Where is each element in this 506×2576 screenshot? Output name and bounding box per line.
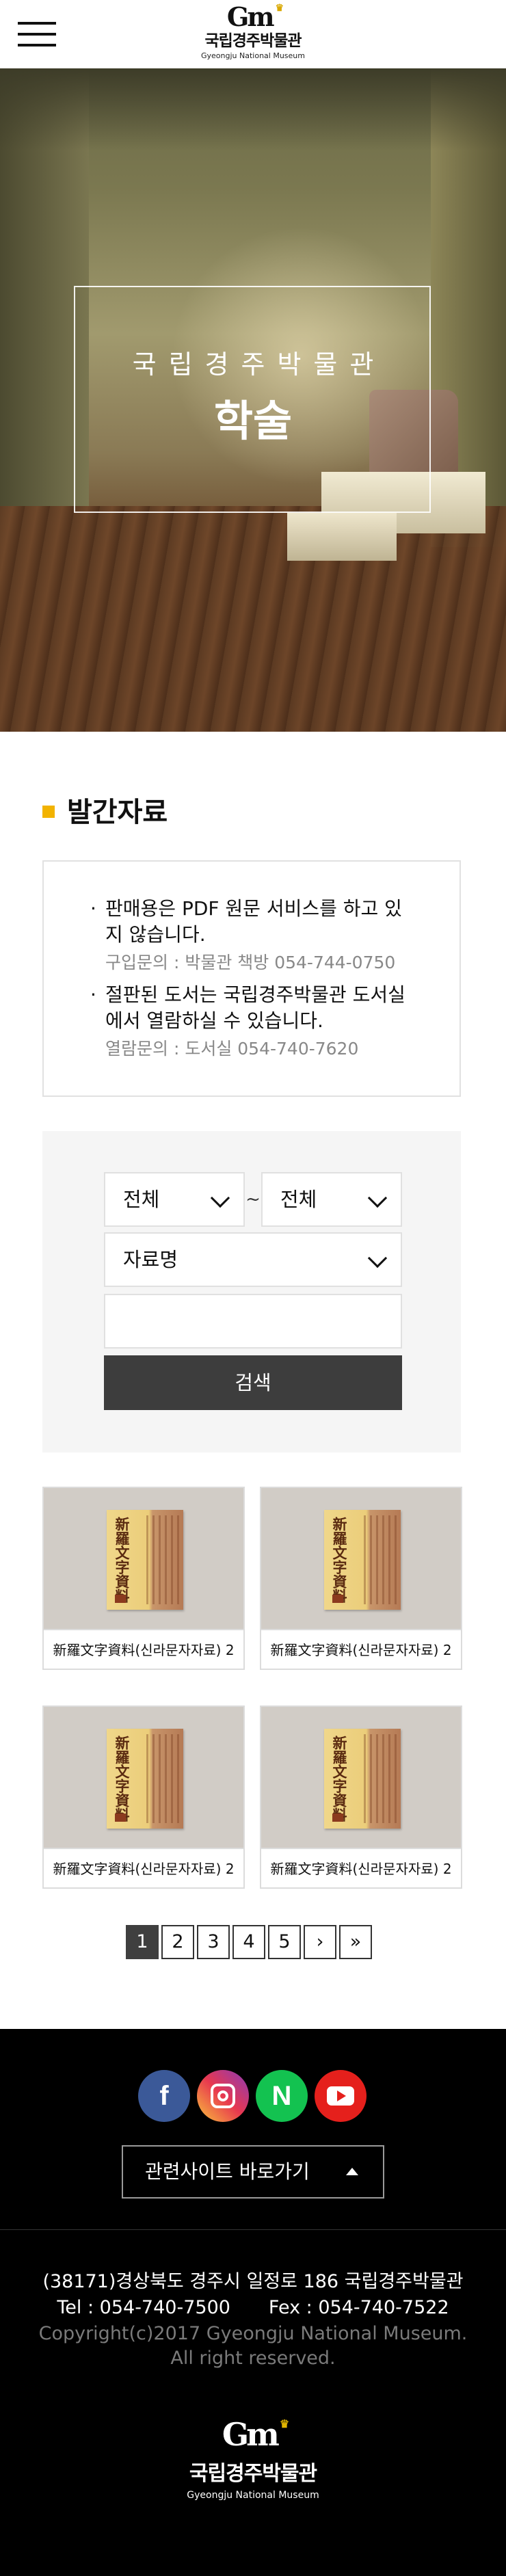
search-input[interactable]	[104, 1294, 402, 1349]
select-value: 자료명	[123, 1248, 178, 1271]
youtube-icon[interactable]	[315, 2070, 367, 2122]
hero-banner: 국립경주박물관 학술	[0, 68, 506, 732]
book-cover-title: 新羅文字資料	[114, 1736, 131, 1822]
year-from-select[interactable]: 전체	[104, 1172, 245, 1227]
menu-bar	[18, 44, 56, 47]
book-volume-mark	[115, 1814, 126, 1822]
select-value: 전체	[280, 1188, 317, 1211]
publication-title: 新羅文字資料(신라문자자료) 2	[261, 1848, 461, 1887]
logo-mark: Gm ♛	[226, 1, 284, 32]
select-value: 전체	[123, 1188, 160, 1211]
chevron-right-icon: ›	[316, 1931, 324, 1952]
footer-logo[interactable]: Gm ♛ 국립경주박물관 Gyeongju National Museum	[150, 2416, 356, 2503]
footer-copyright: Copyright(c)2017 Gyeongju National Museu…	[38, 2323, 468, 2369]
menu-bar	[18, 22, 56, 25]
caret-up-icon	[346, 2168, 358, 2175]
book-volume-mark	[332, 1595, 343, 1603]
page-4-button[interactable]: 4	[232, 1925, 265, 1959]
hero-background	[0, 506, 506, 732]
last-page-button[interactable]: »	[339, 1925, 372, 1959]
publication-thumbnail: 新羅文字資料	[44, 1707, 243, 1848]
book-cover: 新羅文字資料	[107, 1729, 183, 1829]
facebook-icon[interactable]: f	[138, 2070, 190, 2122]
menu-bar	[18, 33, 56, 36]
page-1-button[interactable]: 1	[126, 1925, 159, 1959]
hero-pedestal	[287, 513, 397, 561]
publication-title: 新羅文字資料(신라문자자료) 2	[44, 1629, 243, 1669]
book-cover: 新羅文字資料	[107, 1510, 183, 1610]
footer-tel: Tel : 054-740-7500	[57, 2297, 230, 2318]
site-header: Gm ♛ 국립경주박물관 Gyeongju National Museum	[0, 0, 506, 68]
hero-subtitle: 국립경주박물관	[132, 349, 386, 380]
footer-divider	[0, 2229, 506, 2230]
footer-address: (38171)경상북도 경주시 일정로 186 국립경주박물관	[42, 2271, 464, 2292]
range-separator: ~	[245, 1189, 261, 1210]
notice-item: 절판된 도서는 국립경주박물관 도서실에서 열람하실 수 있습니다. 열람문의 …	[90, 982, 418, 1061]
search-button[interactable]: 검색	[104, 1355, 402, 1410]
play-icon	[337, 2090, 346, 2101]
book-cover-title: 新羅文字資料	[331, 1736, 348, 1822]
hero-background	[0, 68, 506, 150]
footer-logo-name-ko: 국립경주박물관	[189, 2462, 317, 2486]
hamburger-menu-icon[interactable]	[18, 22, 56, 47]
publication-card[interactable]: 新羅文字資料 新羅文字資料(신라문자자료) 2	[42, 1487, 245, 1670]
page-2-button[interactable]: 2	[161, 1925, 194, 1959]
book-cover-pattern	[364, 1515, 397, 1604]
related-sites-label: 관련사이트 바로가기	[145, 2160, 310, 2183]
chevron-down-icon	[367, 1248, 388, 1269]
year-to-select[interactable]: 전체	[261, 1172, 402, 1227]
publication-card[interactable]: 新羅文字資料 新羅文字資料(신라문자자료) 2	[42, 1705, 245, 1889]
publication-card[interactable]: 新羅文字資料 新羅文字資料(신라문자자료) 2	[260, 1705, 462, 1889]
footer-logo-mark: Gm ♛	[222, 2416, 289, 2453]
page-3-button[interactable]: 3	[197, 1925, 230, 1959]
publication-thumbnail: 新羅文字資料	[261, 1707, 461, 1848]
notice-contact: 열람문의 : 도서실 054-740-7620	[105, 1039, 359, 1059]
logo-name-ko: 국립경주박물관	[204, 32, 302, 50]
publication-card[interactable]: 新羅文字資料 新羅文字資料(신라문자자료) 2	[260, 1487, 462, 1670]
book-cover-title: 新羅文字資料	[114, 1517, 131, 1603]
heading-marker-icon	[42, 806, 55, 818]
related-sites-dropdown[interactable]: 관련사이트 바로가기	[122, 2145, 384, 2199]
instagram-lens	[217, 2090, 228, 2101]
publication-thumbnail: 新羅文字資料	[44, 1488, 243, 1629]
site-footer: f N 관련사이트 바로가기 (38171)경상북도 경주시 일정로 186 국…	[0, 2029, 506, 2576]
facebook-glyph: f	[159, 2081, 169, 2111]
crown-icon: ♛	[279, 2417, 289, 2430]
double-chevron-right-icon: »	[349, 1931, 362, 1952]
publication-title: 新羅文字資料(신라문자자료) 2	[44, 1848, 243, 1887]
crown-icon: ♛	[275, 3, 284, 14]
publication-thumbnail: 新羅文字資料	[261, 1488, 461, 1629]
instagram-icon[interactable]	[197, 2070, 249, 2122]
book-cover: 新羅文字資料	[324, 1510, 401, 1610]
notice-text: 판매용은 PDF 원문 서비스를 하고 있지 않습니다.	[90, 896, 418, 948]
chevron-down-icon	[367, 1188, 388, 1208]
page-5-button[interactable]: 5	[268, 1925, 301, 1959]
footer-contact: Tel : 054-740-7500 Fex : 054-740-7522	[0, 2296, 506, 2320]
book-volume-mark	[115, 1595, 126, 1603]
footer-logo-name-en: Gyeongju National Museum	[187, 2490, 319, 2501]
footer-fax: Fex : 054-740-7522	[268, 2297, 449, 2318]
hero-title: 학술	[213, 396, 293, 446]
book-cover-pattern	[364, 1734, 397, 1823]
search-panel: 전체 ~ 전체 자료명 검색	[42, 1131, 461, 1452]
book-cover: 新羅文字資料	[324, 1729, 401, 1829]
naver-glyph: N	[271, 2081, 292, 2111]
notice-text: 절판된 도서는 국립경주박물관 도서실에서 열람하실 수 있습니다.	[90, 982, 418, 1034]
notice-item: 판매용은 PDF 원문 서비스를 하고 있지 않습니다. 구입문의 : 박물관 …	[90, 896, 418, 975]
search-field-select[interactable]: 자료명	[104, 1232, 402, 1287]
site-logo[interactable]: Gm ♛ 국립경주박물관 Gyeongju National Museum	[185, 3, 321, 66]
next-page-button[interactable]: ›	[304, 1925, 336, 1959]
chevron-down-icon	[210, 1188, 230, 1208]
book-volume-mark	[332, 1814, 343, 1822]
logo-name-en: Gyeongju National Museum	[201, 51, 305, 60]
publication-title: 新羅文字資料(신라문자자료) 2	[261, 1629, 461, 1669]
notice-box: 판매용은 PDF 원문 서비스를 하고 있지 않습니다. 구입문의 : 박물관 …	[42, 860, 461, 1097]
notice-contact: 구입문의 : 박물관 책방 054-744-0750	[105, 953, 396, 972]
page-title: 발간자료	[67, 797, 168, 828]
book-cover-pattern	[146, 1515, 179, 1604]
book-cover-title: 新羅文字資料	[331, 1517, 348, 1603]
book-cover-pattern	[146, 1734, 179, 1823]
naver-icon[interactable]: N	[256, 2070, 308, 2122]
